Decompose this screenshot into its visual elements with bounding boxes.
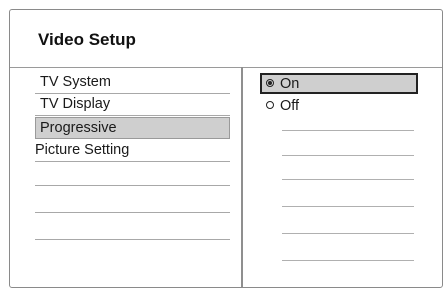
option-empty-row: [282, 260, 414, 261]
menu-item-tv-display[interactable]: TV Display: [35, 94, 230, 116]
option-empty-row: [282, 233, 414, 234]
panel-divider: [241, 67, 243, 287]
menu-empty-row: [35, 185, 230, 186]
menu-item-tv-system[interactable]: TV System: [35, 72, 230, 94]
radio-unchecked-icon: [266, 101, 274, 110]
option-empty-row: [282, 155, 414, 156]
menu-item-picture-setting[interactable]: Picture Setting: [35, 140, 230, 162]
option-empty-row: [282, 206, 414, 207]
menu-empty-row: [35, 212, 230, 213]
dialog-title: Video Setup: [38, 30, 136, 49]
option-empty-row: [282, 179, 414, 180]
menu-empty-row: [35, 239, 230, 240]
option-off[interactable]: Off: [260, 97, 418, 118]
title-bar: Video Setup: [10, 10, 442, 68]
option-on-label: On: [280, 76, 300, 92]
option-off-label: Off: [280, 98, 300, 114]
menu-item-progressive[interactable]: Progressive: [35, 117, 230, 139]
option-empty-row: [282, 130, 414, 131]
option-on[interactable]: On: [260, 73, 418, 94]
radio-checked-icon: [266, 79, 274, 88]
video-setup-dialog: Video Setup TV System TV Display Progres…: [9, 9, 443, 288]
